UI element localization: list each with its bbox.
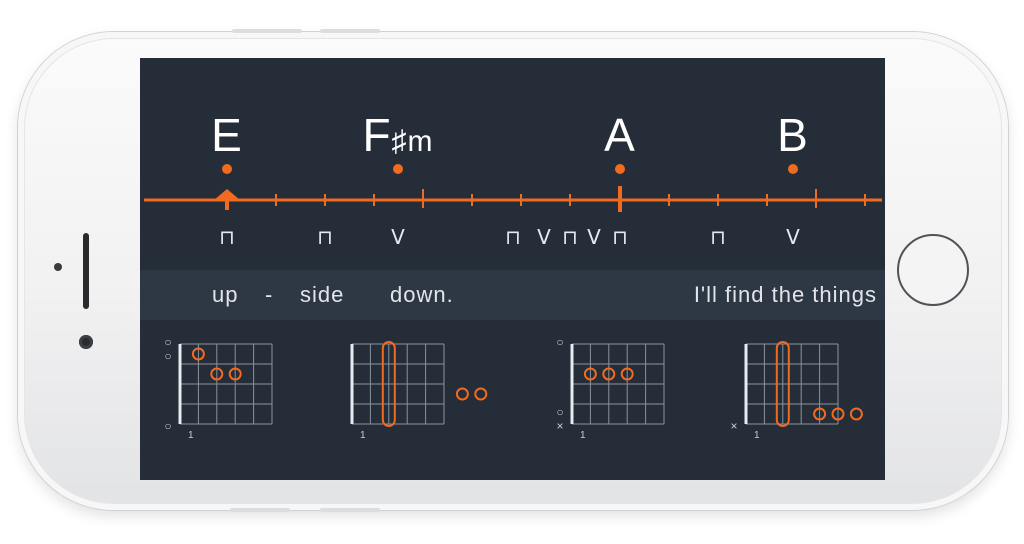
muted-string-mark: × [556,419,563,433]
chord-diagram: 1○○○ [164,335,273,441]
front-camera [79,335,93,349]
muted-string-mark: × [730,419,737,433]
finger-dot [849,407,863,421]
lyric-word: down. [390,282,454,307]
strum-up-symbol: V [587,225,601,249]
fret-number: 1 [188,430,194,441]
open-string-mark: ○ [164,419,171,433]
mute-switch [232,29,302,33]
strum-up-symbol: V [391,225,405,249]
earpiece-speaker [83,233,89,309]
strum-down-symbol: ⊓ [562,225,578,249]
chord-marker-dot [788,164,798,174]
chord-diagram: 1× [730,341,863,441]
fret-number: 1 [360,430,366,441]
lyrics-bar: up - side down. I'll find the things [140,270,885,320]
chord-diagram: 1 [350,341,488,441]
strum-down-symbol: ⊓ [505,225,521,249]
volume-down-button [230,508,290,512]
lyric-word: up [212,282,239,307]
finger-dot [455,387,469,401]
proximity-sensor [54,263,62,271]
chord-marker-dot [615,164,625,174]
strum-down-symbol: ⊓ [317,225,333,249]
app-screen: E F♯m A B ⊓ ⊓ V ⊓ V ⊓ V ⊓ ⊓ V up - side down. I'l… [140,58,885,480]
strum-up-symbol: V [537,225,551,249]
open-string-mark: ○ [556,335,563,349]
playhead-arrow [214,189,240,200]
home-button[interactable] [897,234,969,306]
lyric-word: - [265,282,274,307]
upcoming-lyric: I'll find the things [693,282,877,307]
side-button [320,508,380,512]
volume-up-button [320,29,380,33]
strum-up-symbol: V [786,225,800,249]
timeline[interactable]: ⊓ ⊓ V ⊓ V ⊓ V ⊓ ⊓ V [140,58,885,270]
open-string-mark: ○ [556,405,563,419]
strum-down-symbol: ⊓ [219,225,235,249]
strum-pattern: ⊓ ⊓ V ⊓ V ⊓ V ⊓ ⊓ V [219,225,800,249]
chord-marker-dot [393,164,403,174]
open-string-mark: ○ [164,349,171,363]
lyric-word: side [300,282,345,307]
chord-diagrams[interactable]: 1○○○1 1○○×1× [140,320,885,480]
finger-dot [474,387,488,401]
strum-down-symbol: ⊓ [710,225,726,249]
chord-diagram: 1○○× [556,335,665,441]
fret-number: 1 [580,430,586,441]
chord-marker-dot [222,164,232,174]
strum-down-symbol: ⊓ [612,225,628,249]
open-string-mark: ○ [164,335,171,349]
fret-number: 1 [754,430,760,441]
